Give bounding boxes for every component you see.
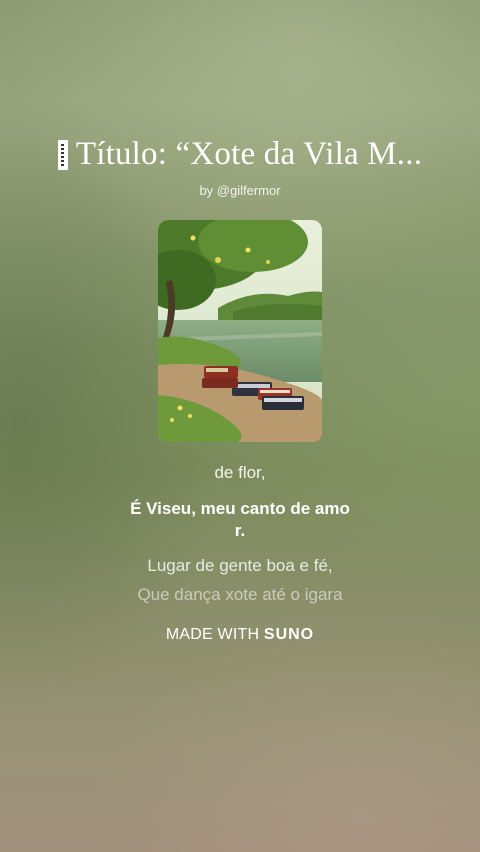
made-with-suno-credit[interactable]: MADE WITH SUNO	[0, 626, 480, 644]
song-title: Título: “Xote da Vila M...	[75, 136, 423, 172]
lyric-current: É Viseu, meu canto de amo r.	[0, 498, 480, 542]
lyric-upcoming: Que dança xote até o igara	[137, 585, 343, 604]
suno-brand: SUNO	[263, 626, 315, 643]
lyric-current-line-2: r.	[234, 521, 246, 540]
made-with-label: MADE WITH	[165, 626, 260, 643]
explicit-badge-icon	[57, 139, 68, 170]
artist-byline[interactable]: by @gilfermor	[0, 183, 480, 198]
lyric-current-line-1: É Viseu, meu canto de amo	[130, 499, 350, 518]
cover-image-icon	[158, 220, 322, 442]
lyric-next: Lugar de gente boa e fé,	[147, 556, 333, 575]
cover-art	[158, 220, 322, 442]
lyric-previous: de flor,	[214, 463, 266, 482]
song-title-row: Título: “Xote da Vila M...	[0, 136, 480, 173]
